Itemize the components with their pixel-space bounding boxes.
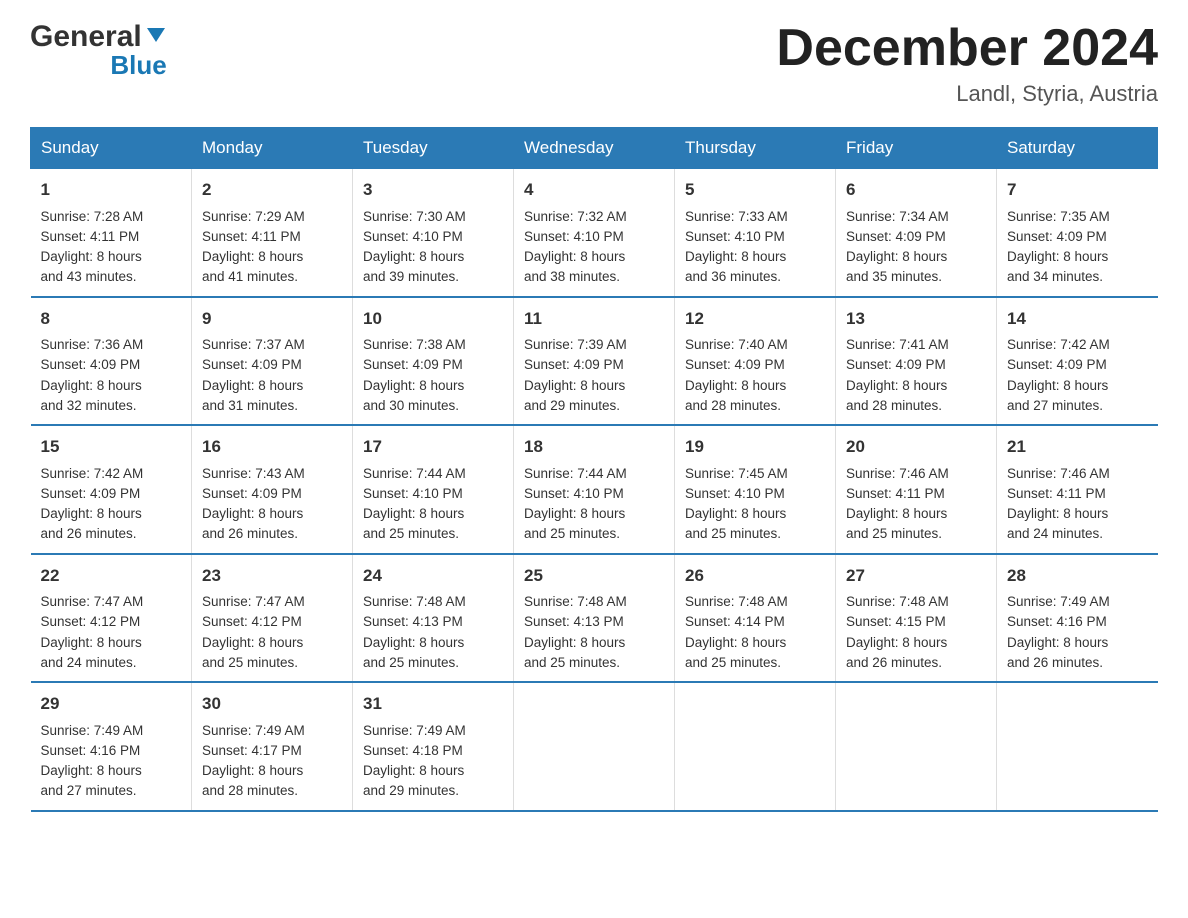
calendar-cell: 26Sunrise: 7:48 AMSunset: 4:14 PMDayligh… [675, 554, 836, 683]
calendar-cell [514, 682, 675, 811]
calendar-cell: 6Sunrise: 7:34 AMSunset: 4:09 PMDaylight… [836, 169, 997, 297]
logo: General Blue [30, 20, 167, 81]
day-number: 12 [685, 306, 825, 332]
calendar-cell: 22Sunrise: 7:47 AMSunset: 4:12 PMDayligh… [31, 554, 192, 683]
day-number: 26 [685, 563, 825, 589]
calendar-week-5: 29Sunrise: 7:49 AMSunset: 4:16 PMDayligh… [31, 682, 1158, 811]
day-number: 3 [363, 177, 503, 203]
day-number: 30 [202, 691, 342, 717]
day-number: 31 [363, 691, 503, 717]
calendar-cell: 1Sunrise: 7:28 AMSunset: 4:11 PMDaylight… [31, 169, 192, 297]
day-number: 4 [524, 177, 664, 203]
calendar-cell: 4Sunrise: 7:32 AMSunset: 4:10 PMDaylight… [514, 169, 675, 297]
day-number: 17 [363, 434, 503, 460]
day-number: 8 [41, 306, 182, 332]
day-number: 21 [1007, 434, 1148, 460]
calendar-cell [836, 682, 997, 811]
day-number: 20 [846, 434, 986, 460]
day-number: 5 [685, 177, 825, 203]
day-number: 14 [1007, 306, 1148, 332]
calendar-cell: 16Sunrise: 7:43 AMSunset: 4:09 PMDayligh… [192, 425, 353, 554]
month-title: December 2024 [776, 20, 1158, 77]
calendar-cell: 19Sunrise: 7:45 AMSunset: 4:10 PMDayligh… [675, 425, 836, 554]
col-friday: Friday [836, 128, 997, 169]
col-monday: Monday [192, 128, 353, 169]
day-number: 28 [1007, 563, 1148, 589]
day-number: 13 [846, 306, 986, 332]
calendar-cell: 21Sunrise: 7:46 AMSunset: 4:11 PMDayligh… [997, 425, 1158, 554]
day-number: 1 [41, 177, 182, 203]
calendar-cell: 10Sunrise: 7:38 AMSunset: 4:09 PMDayligh… [353, 297, 514, 426]
calendar-cell: 5Sunrise: 7:33 AMSunset: 4:10 PMDaylight… [675, 169, 836, 297]
calendar-cell: 31Sunrise: 7:49 AMSunset: 4:18 PMDayligh… [353, 682, 514, 811]
day-number: 9 [202, 306, 342, 332]
day-number: 29 [41, 691, 182, 717]
calendar-cell: 30Sunrise: 7:49 AMSunset: 4:17 PMDayligh… [192, 682, 353, 811]
calendar-week-2: 8Sunrise: 7:36 AMSunset: 4:09 PMDaylight… [31, 297, 1158, 426]
day-number: 2 [202, 177, 342, 203]
calendar-cell: 12Sunrise: 7:40 AMSunset: 4:09 PMDayligh… [675, 297, 836, 426]
calendar-cell: 13Sunrise: 7:41 AMSunset: 4:09 PMDayligh… [836, 297, 997, 426]
calendar-cell: 15Sunrise: 7:42 AMSunset: 4:09 PMDayligh… [31, 425, 192, 554]
day-number: 6 [846, 177, 986, 203]
day-number: 16 [202, 434, 342, 460]
calendar-cell [675, 682, 836, 811]
day-number: 23 [202, 563, 342, 589]
calendar-cell: 3Sunrise: 7:30 AMSunset: 4:10 PMDaylight… [353, 169, 514, 297]
day-number: 18 [524, 434, 664, 460]
calendar-cell: 2Sunrise: 7:29 AMSunset: 4:11 PMDaylight… [192, 169, 353, 297]
calendar-cell: 24Sunrise: 7:48 AMSunset: 4:13 PMDayligh… [353, 554, 514, 683]
calendar-cell: 8Sunrise: 7:36 AMSunset: 4:09 PMDaylight… [31, 297, 192, 426]
logo-arrow-icon [145, 20, 167, 54]
calendar-cell: 11Sunrise: 7:39 AMSunset: 4:09 PMDayligh… [514, 297, 675, 426]
day-number: 22 [41, 563, 182, 589]
calendar-cell: 23Sunrise: 7:47 AMSunset: 4:12 PMDayligh… [192, 554, 353, 683]
logo-blue-text: Blue [30, 50, 167, 81]
day-number: 7 [1007, 177, 1148, 203]
col-saturday: Saturday [997, 128, 1158, 169]
calendar-cell: 27Sunrise: 7:48 AMSunset: 4:15 PMDayligh… [836, 554, 997, 683]
calendar-cell: 7Sunrise: 7:35 AMSunset: 4:09 PMDaylight… [997, 169, 1158, 297]
calendar-cell: 20Sunrise: 7:46 AMSunset: 4:11 PMDayligh… [836, 425, 997, 554]
calendar-week-1: 1Sunrise: 7:28 AMSunset: 4:11 PMDaylight… [31, 169, 1158, 297]
col-wednesday: Wednesday [514, 128, 675, 169]
calendar-header-row: Sunday Monday Tuesday Wednesday Thursday… [31, 128, 1158, 169]
location-text: Landl, Styria, Austria [776, 81, 1158, 107]
calendar-cell: 25Sunrise: 7:48 AMSunset: 4:13 PMDayligh… [514, 554, 675, 683]
logo-line1: General [30, 20, 167, 54]
day-number: 24 [363, 563, 503, 589]
calendar-cell: 9Sunrise: 7:37 AMSunset: 4:09 PMDaylight… [192, 297, 353, 426]
calendar-week-4: 22Sunrise: 7:47 AMSunset: 4:12 PMDayligh… [31, 554, 1158, 683]
col-thursday: Thursday [675, 128, 836, 169]
calendar-cell: 29Sunrise: 7:49 AMSunset: 4:16 PMDayligh… [31, 682, 192, 811]
calendar-week-3: 15Sunrise: 7:42 AMSunset: 4:09 PMDayligh… [31, 425, 1158, 554]
calendar-table: Sunday Monday Tuesday Wednesday Thursday… [30, 127, 1158, 812]
day-number: 19 [685, 434, 825, 460]
col-sunday: Sunday [31, 128, 192, 169]
day-number: 10 [363, 306, 503, 332]
calendar-cell [997, 682, 1158, 811]
calendar-cell: 17Sunrise: 7:44 AMSunset: 4:10 PMDayligh… [353, 425, 514, 554]
day-number: 25 [524, 563, 664, 589]
day-number: 15 [41, 434, 182, 460]
logo-general-text: General [30, 20, 142, 54]
title-area: December 2024 Landl, Styria, Austria [776, 20, 1158, 107]
calendar-cell: 28Sunrise: 7:49 AMSunset: 4:16 PMDayligh… [997, 554, 1158, 683]
day-number: 27 [846, 563, 986, 589]
calendar-cell: 18Sunrise: 7:44 AMSunset: 4:10 PMDayligh… [514, 425, 675, 554]
col-tuesday: Tuesday [353, 128, 514, 169]
calendar-cell: 14Sunrise: 7:42 AMSunset: 4:09 PMDayligh… [997, 297, 1158, 426]
day-number: 11 [524, 306, 664, 332]
page-header: General Blue December 2024 Landl, Styria… [30, 20, 1158, 107]
